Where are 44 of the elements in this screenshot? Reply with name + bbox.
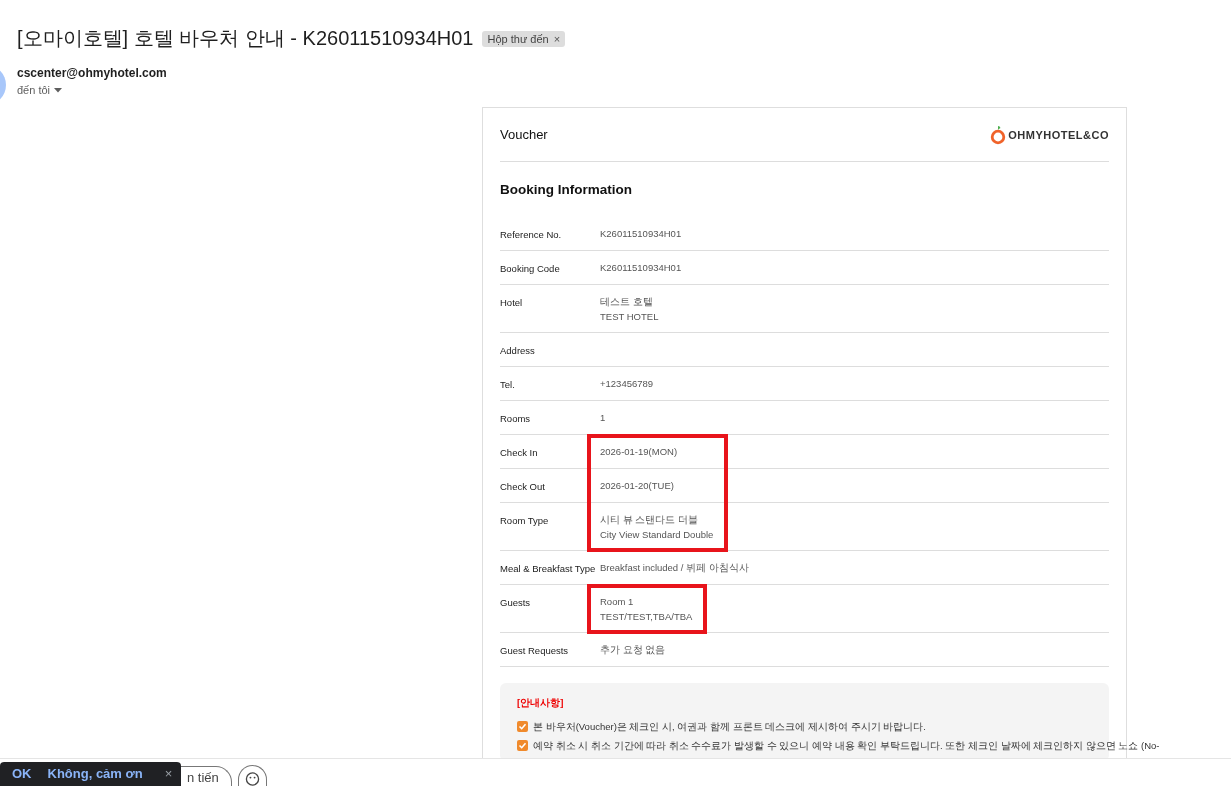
notice-title: [안내사항] <box>517 697 565 710</box>
ok-button[interactable]: OK <box>12 766 32 786</box>
field-value: 테스트 호텔 <box>600 295 653 309</box>
email-subject: [오마이호텔] 호텔 바우처 안내 - K26011510934H01 <box>17 26 474 51</box>
field-label: Rooms <box>500 412 532 426</box>
notice-text: 예약 취소 시 취소 기간에 따라 취소 수수료가 발생할 수 있으니 예약 내용 확인 부탁드립니다. 또한 체크인 날짜에 체크인하지 않으면 노쇼 (No- <box>533 739 1160 753</box>
remove-label-button[interactable]: × <box>553 32 561 45</box>
field-label: Meal & Breakfast Type <box>500 562 597 576</box>
field-value: Breakfast included / 뷔페 아침식사 <box>600 561 749 575</box>
field-value: Room 1 <box>600 595 634 609</box>
smiley-icon <box>244 771 260 786</box>
field-label: Room Type <box>500 514 550 528</box>
field-value: TEST HOTEL <box>600 310 659 324</box>
field-label: Check Out <box>500 480 546 494</box>
label-chip: Hộp thư đến × <box>482 30 566 47</box>
logo: OHMYHOTEL&CO <box>990 124 1109 145</box>
fruit-logo-icon <box>990 124 1007 145</box>
field-value: 시티 뷰 스탠다드 더블 <box>600 513 698 527</box>
field-label: Guests <box>500 596 532 610</box>
field-value: TEST/TEST,TBA/TBA <box>600 610 693 624</box>
field-label: Reference No. <box>500 228 563 242</box>
emoji-button[interactable] <box>237 765 267 786</box>
caret-icon <box>54 87 63 93</box>
field-value: K26011510934H01 <box>600 261 682 275</box>
voucher-title: Voucher <box>500 127 548 142</box>
field-value: 1 <box>600 411 606 425</box>
field-value: 추가 요청 없음 <box>600 643 666 657</box>
notice-text: 본 바우처(Voucher)은 체크인 시, 여권과 함께 프론트 데스크에 제시하여 주시기 바랍니다. <box>533 720 926 734</box>
field-label: Check In <box>500 446 539 460</box>
sender-address: cscenter@ohmyhotel.com <box>17 66 168 80</box>
section-heading: Booking Information <box>500 182 633 197</box>
field-value: City View Standard Double <box>600 528 714 542</box>
field-label: Tel. <box>500 378 516 392</box>
field-label: Booking Code <box>500 262 561 276</box>
dismiss-button[interactable]: Không, cảm ơn <box>47 766 143 786</box>
recipient-dropdown[interactable]: đến tôi <box>17 84 63 96</box>
field-label: Address <box>500 344 536 358</box>
field-label: Guest Requests <box>500 644 570 658</box>
field-value: 2026-01-20(TUE) <box>600 479 674 493</box>
close-button[interactable]: × <box>164 766 173 786</box>
field-label: Hotel <box>500 296 524 310</box>
field-value: K26011510934H01 <box>600 227 682 241</box>
field-value: 2026-01-19(MON) <box>600 445 678 459</box>
field-value: +123456789 <box>600 377 654 391</box>
